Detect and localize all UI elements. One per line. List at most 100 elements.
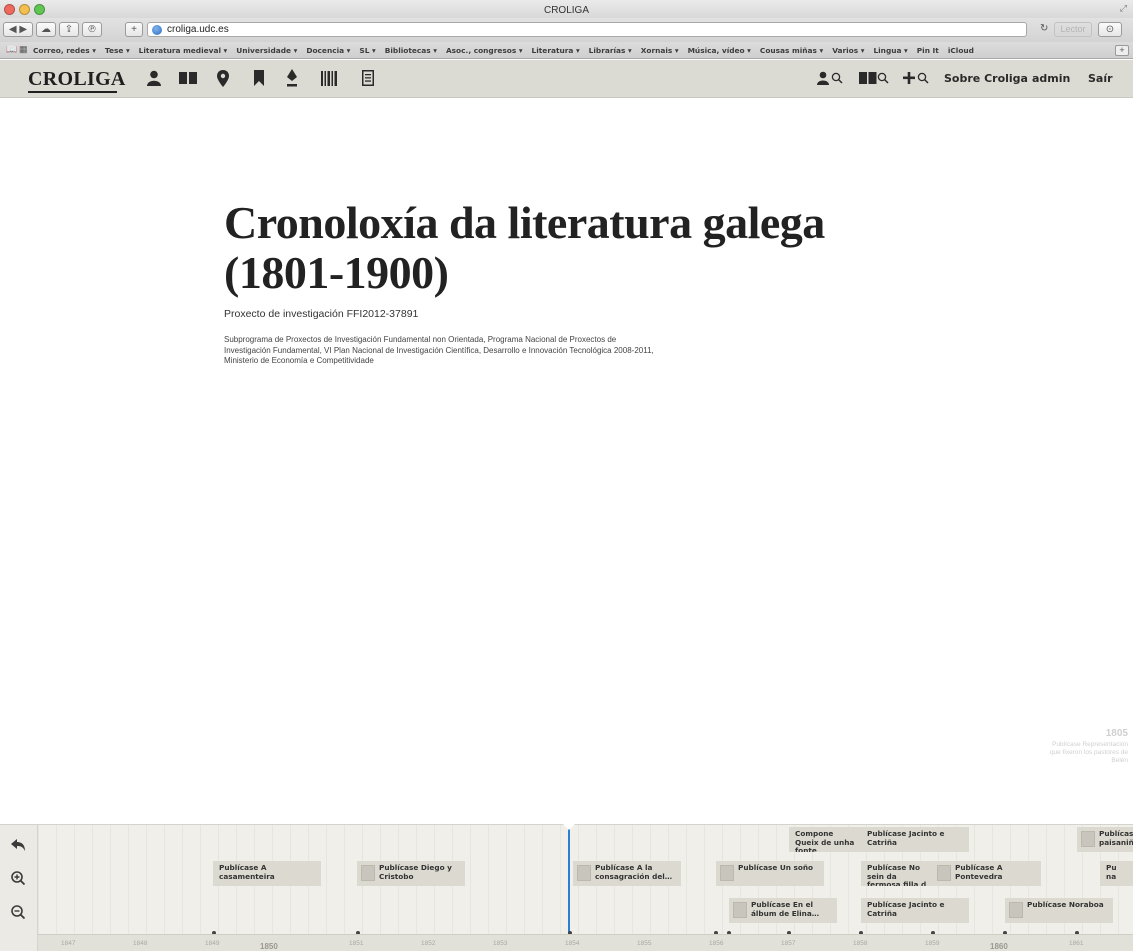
event-thumbnail	[1009, 902, 1023, 918]
browser-window: CROLIGA ⤢ ◀ ▶ ☁ ⇪ ℗ + croliga.udc.es ↻ L…	[0, 0, 1133, 951]
zoom-in-button[interactable]	[8, 868, 28, 888]
back-forward-buttons[interactable]: ◀ ▶	[3, 22, 33, 37]
bookmark-item[interactable]: Literatura medieval ▾	[139, 46, 228, 55]
grid-icon[interactable]: ▦	[19, 44, 28, 55]
timeline-controls	[0, 825, 38, 951]
address-bar[interactable]: croliga.udc.es	[147, 22, 1027, 37]
close-window-button[interactable]	[4, 4, 15, 15]
bookmark-item[interactable]: Bibliotecas ▾	[385, 46, 437, 55]
downloads-button[interactable]: ⊙	[1098, 22, 1122, 37]
reader-button[interactable]: Lector	[1054, 22, 1092, 37]
pinterest-icon: ℗	[88, 24, 96, 35]
year-tick: 1855	[637, 940, 652, 947]
timeline-event[interactable]: Publícase Un soño	[716, 861, 824, 886]
person-icon[interactable]	[145, 69, 163, 87]
zoom-in-icon	[11, 871, 25, 885]
event-label: Publícase A casamenteira	[219, 863, 275, 881]
bookmark-item[interactable]: SL ▾	[359, 46, 375, 55]
search-people-icon[interactable]	[816, 69, 844, 87]
barcode-icon[interactable]	[320, 69, 338, 87]
timeline-event[interactable]: Compone Queix de unha fonte	[789, 827, 861, 852]
timeline-event[interactable]: Publícase Noraboa	[1005, 898, 1113, 923]
bookmark-item[interactable]: Correo, redes ▾	[33, 46, 96, 55]
bookmark-item[interactable]: Xornais ▾	[641, 46, 679, 55]
page-title: Cronoloxía da literatura galega (1801-19…	[224, 197, 825, 298]
admin-link[interactable]: admin	[1032, 72, 1070, 85]
timeline-event[interactable]: Publícase A casamenteira	[213, 861, 321, 886]
year-tick: 1848	[133, 940, 148, 947]
timeline-event[interactable]: Publícase No sein da fermosa filla d	[861, 861, 933, 886]
window-controls	[4, 4, 45, 15]
event-label: Pu na	[1106, 863, 1117, 881]
logout-link[interactable]: Saír	[1088, 72, 1113, 85]
current-year: 1805	[1105, 728, 1128, 739]
site-logo[interactable]: CROLIGA	[28, 68, 126, 91]
year-tick: 1851	[349, 940, 364, 947]
icloud-tabs-button[interactable]: ☁	[36, 22, 56, 37]
book-icon[interactable]	[178, 69, 198, 87]
current-date-panel: 1805 Publícase Representación que fixero…	[1040, 728, 1128, 765]
bookmark-item[interactable]: Varios ▾	[832, 46, 864, 55]
year-tick: 1857	[781, 940, 796, 947]
reload-icon[interactable]: ↻	[1040, 23, 1048, 34]
timeline-event[interactable]: Publícase Jacinto e Catriña	[861, 827, 969, 852]
timeline-event[interactable]: Publícase Jacinto e Catriña	[861, 898, 969, 923]
forward-icon[interactable]: ▶	[19, 24, 27, 35]
globe-icon	[152, 25, 162, 35]
pinterest-button[interactable]: ℗	[82, 22, 102, 37]
book-icon[interactable]: 📖	[6, 44, 17, 55]
logo-underline	[28, 91, 117, 93]
bookmark-item[interactable]: Pin It	[917, 46, 939, 55]
year-tick: 1852	[421, 940, 436, 947]
minimize-window-button[interactable]	[19, 4, 30, 15]
bookmark-item[interactable]: Tese ▾	[105, 46, 130, 55]
bookmark-item[interactable]: Asoc., congresos ▾	[446, 46, 523, 55]
bookmark-item[interactable]: Universidade ▾	[236, 46, 297, 55]
timeline-event[interactable]: Publícase A la consagración del…	[573, 861, 681, 886]
map-pin-icon[interactable]	[215, 69, 231, 87]
pen-icon[interactable]	[284, 69, 300, 87]
year-tick: 1859	[925, 940, 940, 947]
back-to-start-button[interactable]	[8, 835, 28, 855]
timeline[interactable]: Publícase A casamenteira Publícase Diego…	[0, 824, 1133, 951]
title-bar: CROLIGA ⤢	[0, 0, 1133, 18]
year-tick: 1849	[205, 940, 220, 947]
document-icon[interactable]	[360, 69, 376, 87]
zoom-window-button[interactable]	[34, 4, 45, 15]
timeline-event[interactable]: Pu na	[1100, 861, 1133, 886]
bookmark-item[interactable]: Docencia ▾	[306, 46, 350, 55]
event-label: Publícase Jacinto e Catriña	[867, 900, 945, 918]
plus-icon: +	[131, 24, 137, 35]
advanced-search-icon[interactable]	[902, 69, 930, 87]
new-tab-button[interactable]: +	[125, 22, 143, 37]
share-button[interactable]: ⇪	[59, 22, 79, 37]
window-title: CROLIGA	[543, 5, 589, 16]
zoom-out-button[interactable]	[8, 902, 28, 922]
fullscreen-icon[interactable]: ⤢	[1120, 3, 1127, 14]
back-icon[interactable]: ◀	[9, 24, 17, 35]
timeline-current-marker	[568, 825, 570, 935]
timeline-event[interactable]: Publícase Diego y Cristobo	[357, 861, 465, 886]
bookmark-item[interactable]: Librarías ▾	[589, 46, 632, 55]
about-link[interactable]: Sobre Croliga	[944, 72, 1028, 85]
search-works-icon[interactable]	[858, 69, 890, 87]
bookmark-item[interactable]: Literatura ▾	[532, 46, 580, 55]
timeline-event[interactable]: Publícase En el álbum de Elina…	[729, 898, 837, 923]
year-tick: 1847	[61, 940, 76, 947]
event-label: Publícase Jacinto e Catriña	[867, 829, 945, 847]
current-event-text: Publícase Representación que fixeron los…	[1049, 741, 1128, 764]
timeline-event[interactable]: Publícase paisaniña	[1077, 827, 1133, 852]
add-bookmark-button[interactable]: +	[1115, 45, 1129, 56]
bookmark-icon[interactable]	[252, 69, 266, 87]
address-text[interactable]: croliga.udc.es	[167, 24, 229, 35]
funding-text: Subprograma de Proxectos de Investigació…	[224, 335, 654, 365]
event-thumbnail	[361, 865, 375, 881]
timeline-event[interactable]: Publícase A Pontevedra	[933, 861, 1041, 886]
bookmark-item[interactable]: iCloud	[948, 46, 974, 55]
bookmark-item[interactable]: Cousas miñas ▾	[760, 46, 823, 55]
return-arrow-icon	[11, 839, 25, 851]
bookmark-item[interactable]: Lingua ▾	[873, 46, 907, 55]
event-label: Compone Queix de unha fonte	[795, 829, 855, 852]
bookmark-item[interactable]: Música, vídeo ▾	[688, 46, 751, 55]
cloud-icon: ☁	[41, 24, 51, 35]
